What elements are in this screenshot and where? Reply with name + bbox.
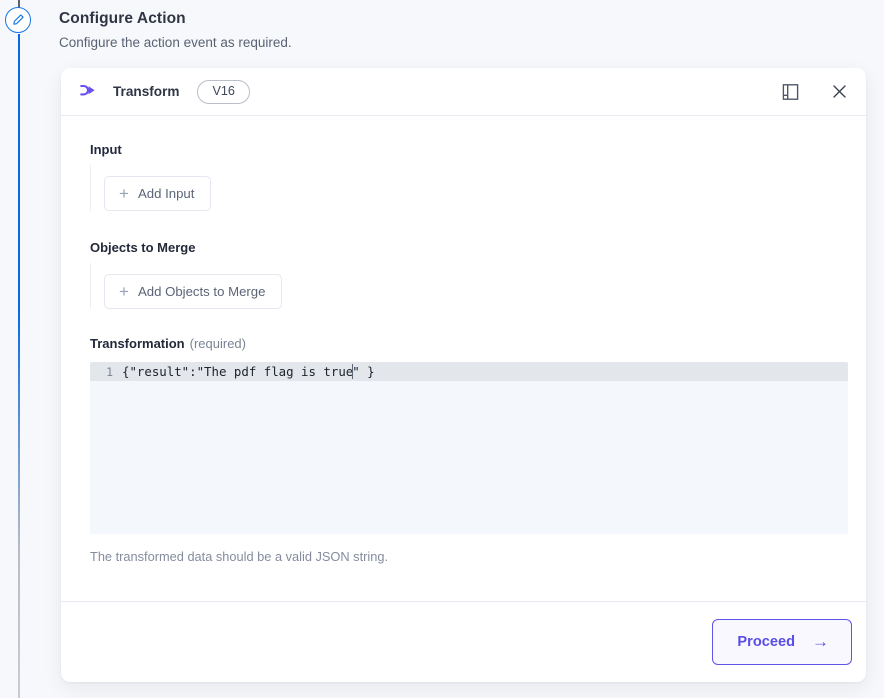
plus-icon: +	[119, 281, 129, 301]
pencil-icon	[11, 13, 25, 27]
add-objects-to-merge-button[interactable]: + Add Objects to Merge	[104, 274, 283, 309]
transformation-label: Transformation (required)	[90, 335, 848, 353]
code-line-active[interactable]: 1 {"result":"The pdf flag is true" }	[90, 362, 848, 381]
plus-icon: +	[119, 183, 129, 203]
code-text: {"result":"The pdf flag is true" }	[122, 364, 375, 379]
close-icon[interactable]	[828, 81, 850, 103]
card-title: Transform	[113, 84, 180, 99]
arrow-right-icon: →	[812, 631, 829, 651]
input-label: Input	[90, 142, 122, 157]
transformation-label-text: Transformation	[90, 336, 185, 351]
page-subtitle: Configure the action event as required.	[59, 35, 292, 50]
card-body: Input + Add Input Objects to Merge + Add…	[61, 116, 866, 601]
proceed-label: Proceed	[737, 633, 795, 650]
card-header: Transform V16	[61, 68, 866, 116]
objects-to-merge-add-wrap: + Add Objects to Merge	[90, 263, 848, 309]
card-footer: Proceed →	[61, 601, 866, 681]
code-text-before-caret: {"result":"The pdf flag is true	[122, 364, 354, 379]
field-objects-to-merge: Objects to Merge + Add Objects to Merge	[90, 239, 848, 309]
proceed-button[interactable]: Proceed →	[712, 618, 852, 665]
rail-line-below-node	[18, 34, 20, 698]
book-icon[interactable]	[779, 81, 801, 103]
page-title: Configure Action	[59, 10, 186, 27]
page-heading: Configure Action Configure the action ev…	[59, 8, 759, 52]
line-number: 1	[106, 364, 113, 379]
transformation-code-editor[interactable]: 1 {"result":"The pdf flag is true" }	[90, 362, 848, 534]
transform-icon	[79, 83, 101, 101]
objects-to-merge-label: Objects to Merge	[90, 240, 196, 255]
add-input-label: Add Input	[137, 186, 195, 201]
version-badge: V16	[197, 79, 250, 104]
transformation-hint: The transformed data should be a valid J…	[90, 549, 389, 564]
configure-action-card: Transform V16 Input + Add Input Objects …	[61, 68, 866, 682]
code-text-after-caret: " }	[352, 364, 375, 379]
card-header-actions	[779, 81, 850, 103]
timeline-rail	[0, 0, 44, 698]
add-input-button[interactable]: + Add Input	[104, 176, 212, 211]
add-objects-to-merge-label: Add Objects to Merge	[137, 284, 266, 299]
input-add-wrap: + Add Input	[90, 165, 848, 211]
field-transformation: Transformation (required) 1 {"result":"Th…	[90, 335, 848, 565]
rail-node-edit[interactable]	[5, 7, 31, 33]
transformation-required-text: (required)	[189, 336, 246, 351]
field-input: Input + Add Input	[90, 141, 848, 211]
